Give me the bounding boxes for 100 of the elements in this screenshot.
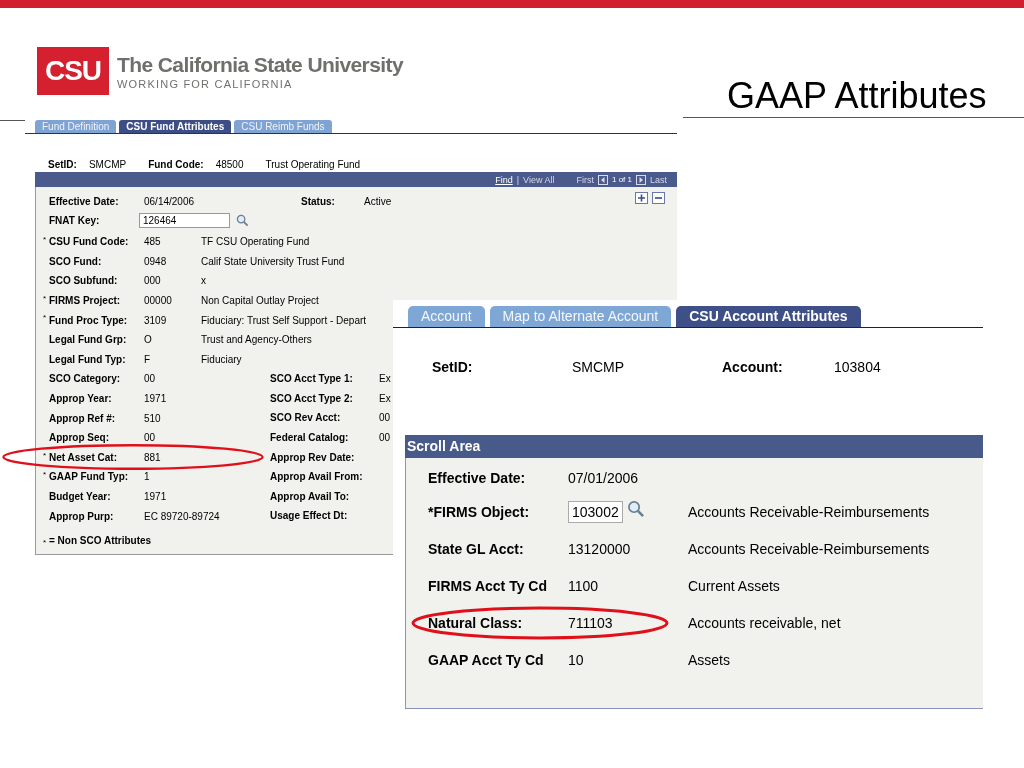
field-value: 00 <box>379 412 391 424</box>
field-description: Current Assets <box>688 577 780 594</box>
required-mark: * <box>43 537 48 547</box>
field-value: EC 89720-89724 <box>144 510 220 522</box>
field-value: 10 <box>568 651 585 668</box>
field-label: Legal Fund Grp: <box>49 334 128 346</box>
field-label: Federal Catalog: <box>270 432 350 444</box>
field-label: State GL Acct: <box>428 540 525 557</box>
field-label: SCO Rev Acct: <box>270 412 342 424</box>
field-label: Approp Rev Date: <box>270 451 356 463</box>
scroll-area-header: Scroll Area <box>405 435 983 458</box>
field-value: 00000 <box>144 295 173 307</box>
field-value: Ex <box>379 392 391 404</box>
first-link[interactable]: First <box>576 174 594 185</box>
input-field[interactable]: 126464 <box>139 212 230 228</box>
field-value: SMCMP <box>572 359 626 375</box>
delete-row-icon[interactable] <box>652 192 665 204</box>
field-label: CSU Fund Code: <box>49 236 130 248</box>
view-all-link[interactable]: View All <box>523 174 555 185</box>
field-description: Accounts receivable, net <box>688 614 841 631</box>
field-label: SetID: <box>48 158 77 170</box>
field-value: Ex <box>379 373 391 385</box>
field-label: *FIRMS Object: <box>428 503 531 520</box>
field-description: Fiduciary: Trust Self Support - Depart <box>201 314 367 326</box>
field-label: Net Asset Cat: <box>49 451 118 463</box>
field-description: TF CSU Operating Fund <box>201 236 310 248</box>
required-mark: * <box>43 313 48 323</box>
field-description: Fiduciary <box>201 353 242 365</box>
field-value: O <box>144 334 153 346</box>
next-icon[interactable] <box>636 174 646 185</box>
field-value: Active <box>364 195 392 207</box>
field-label: Legal Fund Typ: <box>49 353 127 365</box>
add-row-icon[interactable] <box>635 192 648 204</box>
field-value: 000 <box>144 275 162 287</box>
field-description: Assets <box>688 651 730 668</box>
field-value: F <box>144 353 152 365</box>
required-mark: * <box>43 293 48 303</box>
field-value: 1 <box>144 471 151 483</box>
required-mark: * <box>43 235 48 244</box>
field-label: Budget Year: <box>49 491 112 502</box>
field-value: 103804 <box>834 359 881 375</box>
field-description: Trust and Agency-Others <box>201 334 312 346</box>
field-value: 1100 <box>568 577 600 594</box>
field-label: SCO Acct Type 1: <box>270 373 354 385</box>
field-label: GAAP Acct Ty Cd <box>428 651 545 668</box>
previous-icon[interactable] <box>597 174 608 185</box>
field-description: Trust Operating Fund <box>265 158 361 170</box>
field-description: Accounts Receivable-Reimbursements <box>688 540 930 557</box>
logo-mark: CSU <box>37 47 109 95</box>
field-label: Natural Class: <box>428 614 524 631</box>
field-label: Effective Date: <box>428 470 527 486</box>
field-label: Status: <box>301 195 336 207</box>
field-label: SCO Subfund: <box>49 275 119 287</box>
field-label: FIRMS Acct Ty Cd <box>428 577 548 594</box>
separator: | <box>516 174 520 185</box>
field-description: Calif State University Trust Fund <box>201 255 345 267</box>
field-value: 00 <box>144 373 157 385</box>
tab[interactable]: CSU Account Attributes <box>676 306 861 327</box>
field-label: Approp Avail To: <box>270 490 351 502</box>
field-value: 00 <box>144 432 157 444</box>
field-value: 06/14/2006 <box>144 195 196 207</box>
field-label: Usage Effect Dt: <box>270 510 349 522</box>
field-label: SCO Fund: <box>49 255 103 267</box>
field-value: 13120000 <box>568 540 632 557</box>
field-label: Account: <box>722 359 784 375</box>
required-mark: * <box>43 450 48 460</box>
tab[interactable]: CSU Fund Attributes <box>119 120 232 133</box>
field-value: 1971 <box>144 491 168 502</box>
field-value: 07/01/2006 <box>568 470 640 486</box>
field-label: GAAP Fund Typ: <box>49 471 130 483</box>
required-mark: * <box>43 470 48 480</box>
search-icon[interactable] <box>236 213 249 227</box>
field-label: Approp Avail From: <box>270 471 364 483</box>
field-label: Fund Proc Type: <box>49 314 129 326</box>
field-label: Approp Ref #: <box>49 412 117 424</box>
field-value: 711103 <box>568 614 614 631</box>
field-description: Non Capital Outlay Project <box>201 295 319 307</box>
field-value: 1971 <box>144 393 168 405</box>
field-value: 881 <box>144 451 162 463</box>
field-description: x <box>201 275 206 287</box>
input-field[interactable]: 103002 <box>568 500 623 523</box>
field-description: Accounts Receivable-Reimbursements <box>688 503 930 520</box>
find-link[interactable]: Find <box>495 174 513 185</box>
field-value: 3109 <box>144 314 168 326</box>
field-value: 510 <box>144 412 162 424</box>
field-label: FIRMS Project: <box>49 295 122 307</box>
field-label: Fund Code: <box>148 158 204 170</box>
slide-title: GAAP Attributes <box>727 76 987 116</box>
logo-tagline: WORKING FOR CALIFORNIA <box>117 77 294 91</box>
field-label: SCO Category: <box>49 373 122 385</box>
field-value: 0948 <box>144 255 168 267</box>
last-link[interactable]: Last <box>650 174 667 185</box>
row-counter: 1 of 1 <box>611 175 632 184</box>
logo-title: The California State University <box>117 51 403 78</box>
footnote: = Non SCO Attributes <box>49 535 152 547</box>
field-value: 00 <box>379 432 391 444</box>
field-value: 48500 <box>215 158 244 170</box>
field-value: 485 <box>144 236 162 248</box>
field-value: SMCMP <box>88 158 127 170</box>
search-icon[interactable] <box>626 499 645 518</box>
